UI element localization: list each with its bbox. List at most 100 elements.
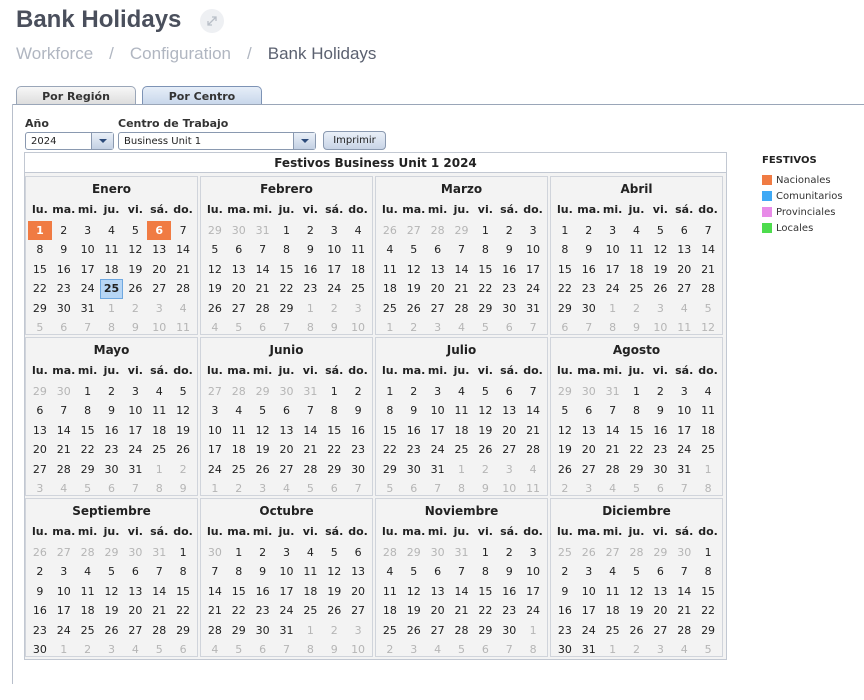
day-cell[interactable]: 29 xyxy=(473,621,497,641)
day-cell[interactable]: 27 xyxy=(147,279,171,299)
day-cell-other-month[interactable]: 7 xyxy=(76,318,100,338)
day-cell[interactable]: 7 xyxy=(601,401,625,421)
day-cell[interactable]: 10 xyxy=(123,401,147,421)
day-cell-other-month[interactable]: 6 xyxy=(100,479,124,499)
day-cell-other-month[interactable]: 7 xyxy=(521,318,545,338)
day-cell[interactable]: 16 xyxy=(497,582,521,602)
day-cell[interactable]: 29 xyxy=(28,299,52,319)
day-cell[interactable]: 3 xyxy=(76,221,100,241)
day-cell-other-month[interactable]: 6 xyxy=(473,640,497,660)
day-cell-other-month[interactable]: 2 xyxy=(322,299,346,319)
day-cell-other-month[interactable]: 7 xyxy=(426,479,450,499)
day-cell[interactable]: 19 xyxy=(553,440,577,460)
day-cell-other-month[interactable]: 7 xyxy=(275,640,299,660)
day-cell[interactable]: 3 xyxy=(275,543,299,563)
day-cell[interactable]: 4 xyxy=(147,382,171,402)
day-cell-other-month[interactable]: 3 xyxy=(648,299,672,319)
day-cell[interactable]: 19 xyxy=(171,421,195,441)
day-cell-other-month[interactable]: 9 xyxy=(625,318,649,338)
day-cell[interactable]: 4 xyxy=(298,543,322,563)
day-cell-other-month[interactable]: 2 xyxy=(227,479,251,499)
day-cell-other-month[interactable]: 10 xyxy=(346,318,370,338)
day-cell-other-month[interactable]: 3 xyxy=(100,640,124,660)
day-cell[interactable]: 4 xyxy=(696,382,720,402)
day-cell[interactable]: 1 xyxy=(76,382,100,402)
day-cell[interactable]: 20 xyxy=(275,440,299,460)
day-cell[interactable]: 13 xyxy=(28,421,52,441)
day-cell[interactable]: 3 xyxy=(123,382,147,402)
day-cell[interactable]: 31 xyxy=(521,299,545,319)
day-cell[interactable]: 8 xyxy=(696,562,720,582)
day-cell-other-month[interactable]: 4 xyxy=(123,640,147,660)
day-cell[interactable]: 16 xyxy=(497,260,521,280)
day-cell[interactable]: 20 xyxy=(648,601,672,621)
day-cell[interactable]: 22 xyxy=(322,440,346,460)
day-cell-other-month[interactable]: 5 xyxy=(625,479,649,499)
day-cell-other-month[interactable]: 1 xyxy=(298,299,322,319)
day-cell[interactable]: 5 xyxy=(402,562,426,582)
day-cell-other-month[interactable]: 28 xyxy=(76,543,100,563)
day-cell[interactable]: 16 xyxy=(251,582,275,602)
day-cell[interactable]: 30 xyxy=(553,640,577,660)
day-cell[interactable]: 9 xyxy=(100,401,124,421)
day-cell[interactable]: 27 xyxy=(426,299,450,319)
day-cell-other-month[interactable]: 28 xyxy=(625,543,649,563)
day-cell[interactable]: 5 xyxy=(322,543,346,563)
day-cell[interactable]: 30 xyxy=(497,621,521,641)
day-cell-other-month[interactable]: 10 xyxy=(346,640,370,660)
day-cell[interactable]: 23 xyxy=(497,601,521,621)
day-cell[interactable]: 4 xyxy=(227,401,251,421)
day-cell[interactable]: 22 xyxy=(28,279,52,299)
day-cell-other-month[interactable]: 6 xyxy=(52,318,76,338)
day-cell[interactable]: 30 xyxy=(648,460,672,480)
day-cell[interactable]: 6 xyxy=(227,240,251,260)
day-cell[interactable]: 30 xyxy=(577,299,601,319)
day-cell-other-month[interactable]: 3 xyxy=(346,299,370,319)
day-cell-other-month[interactable]: 8 xyxy=(696,479,720,499)
day-cell[interactable]: 26 xyxy=(100,621,124,641)
day-cell[interactable]: 28 xyxy=(672,621,696,641)
day-cell[interactable]: 11 xyxy=(601,582,625,602)
day-cell[interactable]: 25 xyxy=(99,279,124,299)
day-cell-other-month[interactable]: 2 xyxy=(123,299,147,319)
day-cell[interactable]: 8 xyxy=(76,401,100,421)
day-cell[interactable]: 7 xyxy=(171,221,195,241)
day-cell[interactable]: 26 xyxy=(123,279,147,299)
day-cell[interactable]: 17 xyxy=(672,421,696,441)
day-cell[interactable]: 4 xyxy=(100,221,124,241)
day-cell-other-month[interactable]: 1 xyxy=(450,460,474,480)
tab-por-region[interactable]: Por Región xyxy=(16,86,136,105)
day-cell[interactable]: 30 xyxy=(52,299,76,319)
day-cell[interactable]: 22 xyxy=(473,279,497,299)
day-cell[interactable]: 28 xyxy=(601,460,625,480)
day-cell[interactable]: 12 xyxy=(171,401,195,421)
day-cell[interactable]: 9 xyxy=(648,401,672,421)
chevron-down-icon[interactable] xyxy=(293,133,315,149)
day-cell[interactable]: 9 xyxy=(577,240,601,260)
day-cell[interactable]: 24 xyxy=(672,440,696,460)
day-cell[interactable]: 26 xyxy=(251,460,275,480)
day-cell-other-month[interactable]: 7 xyxy=(497,640,521,660)
day-cell[interactable]: 4 xyxy=(450,382,474,402)
day-cell[interactable]: 19 xyxy=(402,279,426,299)
day-cell[interactable]: 27 xyxy=(227,299,251,319)
day-cell[interactable]: 12 xyxy=(402,260,426,280)
day-cell[interactable]: 16 xyxy=(298,260,322,280)
day-cell[interactable]: 3 xyxy=(203,401,227,421)
day-cell[interactable]: 4 xyxy=(76,562,100,582)
day-cell[interactable]: 28 xyxy=(298,460,322,480)
day-cell-other-month[interactable]: 4 xyxy=(203,318,227,338)
day-cell[interactable]: 15 xyxy=(171,582,195,602)
day-cell-other-month[interactable]: 31 xyxy=(147,543,171,563)
day-cell[interactable]: 24 xyxy=(521,279,545,299)
day-cell-other-month[interactable]: 8 xyxy=(298,640,322,660)
day-cell[interactable]: 29 xyxy=(171,621,195,641)
day-cell[interactable]: 6 xyxy=(426,240,450,260)
day-cell[interactable]: 25 xyxy=(378,621,402,641)
day-cell[interactable]: 19 xyxy=(648,260,672,280)
day-cell[interactable]: 5 xyxy=(100,562,124,582)
day-cell-other-month[interactable]: 9 xyxy=(473,479,497,499)
day-cell[interactable]: 10 xyxy=(203,421,227,441)
day-cell[interactable]: 25 xyxy=(147,440,171,460)
day-cell-other-month[interactable]: 3 xyxy=(251,479,275,499)
